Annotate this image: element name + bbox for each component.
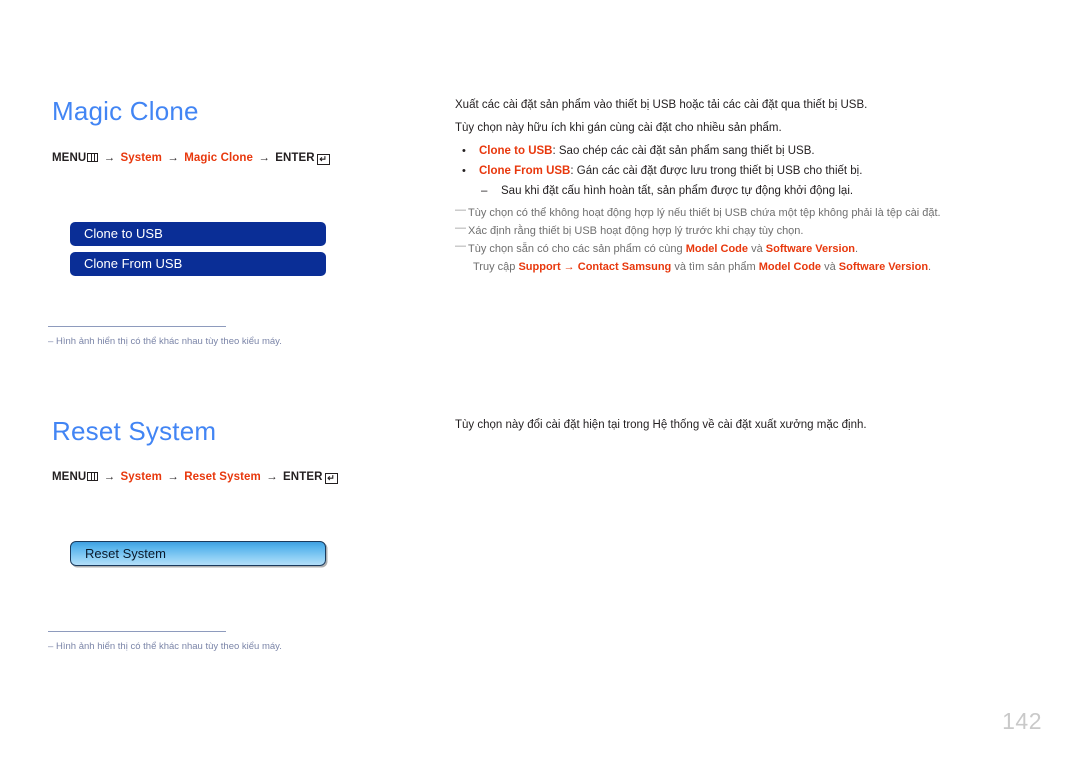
menu-button-label: MENU bbox=[52, 471, 87, 483]
footnote-reset-system: – Hình ảnh hiển thị có thể khác nhau tùy … bbox=[48, 631, 448, 654]
list-item: — Xác định rằng thiết bị USB hoạt động hợ… bbox=[455, 222, 1035, 240]
list-item: • Clone From USB: Gán các cài đặt được lư… bbox=[455, 162, 1035, 201]
footnote-text: Hình ảnh hiển thị có thể khác nhau tùy t… bbox=[56, 641, 282, 652]
arrow-icon-2: → bbox=[167, 152, 179, 164]
note-text: Xác định rằng thiết bị USB hoạt động hợp… bbox=[468, 225, 804, 237]
breadcrumb-step-system: System bbox=[120, 471, 162, 483]
magic-clone-menu-path: MENU → System → Magic Clone → ENTER ↵ bbox=[52, 152, 432, 165]
magic-clone-description: Xuất các cài đặt sản phẩm vào thiết bị U… bbox=[455, 96, 1035, 276]
reset-system-heading-block: Reset System bbox=[52, 418, 432, 444]
note-keyword-software-version: Software Version bbox=[765, 243, 856, 255]
note-line2-pre: Truy cập bbox=[473, 261, 519, 273]
option-list: • Clone to USB: Sao chép các cài đặt sản … bbox=[455, 142, 1035, 201]
note-second-line: Truy cập Support → Contact Samsung và tì… bbox=[468, 258, 1035, 276]
menu-button-label: MENU bbox=[52, 152, 87, 164]
note-text-pre: Tùy chọn sẵn có cho các sản phẩm có cùng bbox=[468, 243, 686, 255]
enter-return-icon: ↵ bbox=[316, 154, 330, 165]
bullet-dot-icon: • bbox=[462, 165, 466, 177]
osd-item-clone-from-usb[interactable]: Clone From USB bbox=[70, 252, 326, 276]
list-item: • Clone to USB: Sao chép các cài đặt sản … bbox=[455, 142, 1035, 161]
note-keyword-model-code: Model Code bbox=[685, 243, 749, 255]
note-keyword-contact-samsung: Contact Samsung bbox=[577, 261, 672, 273]
description-paragraph-1: Xuất các cài đặt sản phẩm vào thiết bị U… bbox=[455, 99, 868, 111]
footnote-divider bbox=[48, 326, 226, 327]
sub-option-text: Sau khi đặt cấu hình hoàn tất, sản phẩm … bbox=[501, 185, 854, 197]
breadcrumb: MENU → System → Reset System → ENTER ↵ bbox=[52, 471, 432, 484]
footnote-divider bbox=[48, 631, 226, 632]
note-line2-mid2: và bbox=[821, 261, 839, 273]
note-keyword-model-code-2: Model Code bbox=[758, 261, 822, 273]
note-keyword-support: Support bbox=[518, 261, 561, 273]
breadcrumb-step-magic-clone: Magic Clone bbox=[184, 152, 254, 164]
description-paragraph-2: Tùy chọn này hữu ích khi gán cùng cài đặ… bbox=[455, 122, 782, 134]
note-keyword-software-version-2: Software Version bbox=[838, 261, 929, 273]
page-title-reset-system: Reset System bbox=[52, 416, 217, 446]
page-title-magic-clone: Magic Clone bbox=[52, 96, 199, 126]
note-line2-post: . bbox=[928, 261, 932, 273]
note-dash-icon: — bbox=[455, 204, 466, 216]
osd-item-reset-system[interactable]: Reset System bbox=[70, 541, 326, 566]
page-number: 142 bbox=[1002, 708, 1042, 734]
osd-item-clone-to-usb[interactable]: Clone to USB bbox=[70, 222, 326, 246]
menu-grid-icon bbox=[87, 153, 99, 162]
footnote-text-wrapper: – Hình ảnh hiển thị có thể khác nhau tùy … bbox=[48, 335, 448, 349]
footnote-dash: – bbox=[48, 336, 54, 347]
breadcrumb: MENU → System → Magic Clone → ENTER ↵ bbox=[52, 152, 432, 165]
note-dash-icon: — bbox=[455, 222, 466, 234]
menu-grid-icon bbox=[87, 472, 99, 481]
enter-return-icon: ↵ bbox=[324, 473, 338, 484]
osd-menu-magic-clone: Clone to USB Clone From USB bbox=[70, 222, 326, 282]
arrow-icon-1: → bbox=[103, 471, 116, 483]
footnote-dash: – bbox=[48, 641, 54, 652]
option-description-clone-to-usb: : Sao chép các cài đặt sản phẩm sang thi… bbox=[552, 145, 815, 157]
footnote-text: Hình ảnh hiển thị có thể khác nhau tùy t… bbox=[56, 336, 282, 347]
description-paragraph-1: Tùy chọn này đổi cài đặt hiện tại trong … bbox=[455, 419, 867, 431]
option-keyword-clone-from-usb: Clone From USB bbox=[479, 165, 571, 177]
note-line2-mid: và tìm sản phẩm bbox=[671, 261, 759, 273]
arrow-icon-3: → bbox=[258, 152, 270, 164]
magic-clone-heading-block: Magic Clone bbox=[52, 98, 432, 124]
sub-dash-icon: – bbox=[481, 185, 488, 197]
note-text-post: . bbox=[855, 243, 859, 255]
bullet-dot-icon: • bbox=[462, 145, 466, 157]
note-dash-icon: — bbox=[455, 240, 466, 252]
manual-page: Magic Clone MENU → System → Magic Clone … bbox=[0, 0, 1080, 763]
footnote-magic-clone: – Hình ảnh hiển thị có thể khác nhau tùy … bbox=[48, 326, 448, 349]
arrow-icon-3: → bbox=[266, 471, 278, 483]
reset-system-menu-path: MENU → System → Reset System → ENTER ↵ bbox=[52, 471, 432, 484]
breadcrumb-step-reset-system: Reset System bbox=[184, 471, 261, 483]
note-text: Tùy chọn có thể không hoạt động hợp lý n… bbox=[468, 207, 941, 219]
footnote-text-wrapper: – Hình ảnh hiển thị có thể khác nhau tùy … bbox=[48, 640, 448, 654]
list-item: — Tùy chọn sẵn có cho các sản phẩm có cùn… bbox=[455, 240, 1035, 276]
list-item: — Tùy chọn có thể không hoạt động hợp lý … bbox=[455, 204, 1035, 222]
option-keyword-clone-to-usb: Clone to USB bbox=[479, 145, 553, 157]
osd-menu-reset-system: Reset System bbox=[70, 541, 326, 566]
arrow-icon-support: → bbox=[560, 261, 578, 273]
sub-option-list: – Sau khi đặt cấu hình hoàn tất, sản phẩm… bbox=[479, 182, 1035, 201]
list-item: – Sau khi đặt cấu hình hoàn tất, sản phẩm… bbox=[479, 182, 1035, 201]
breadcrumb-step-system: System bbox=[120, 152, 162, 164]
arrow-icon-1: → bbox=[103, 152, 116, 164]
enter-button-label: ENTER bbox=[275, 152, 315, 164]
note-list: — Tùy chọn có thể không hoạt động hợp lý … bbox=[455, 204, 1035, 276]
reset-system-description: Tùy chọn này đổi cài đặt hiện tại trong … bbox=[455, 416, 1035, 439]
note-text-mid: và bbox=[748, 243, 766, 255]
option-description-clone-from-usb: : Gán các cài đặt được lưu trong thiết b… bbox=[570, 165, 863, 177]
arrow-icon-2: → bbox=[167, 471, 179, 483]
enter-button-label: ENTER bbox=[283, 471, 323, 483]
